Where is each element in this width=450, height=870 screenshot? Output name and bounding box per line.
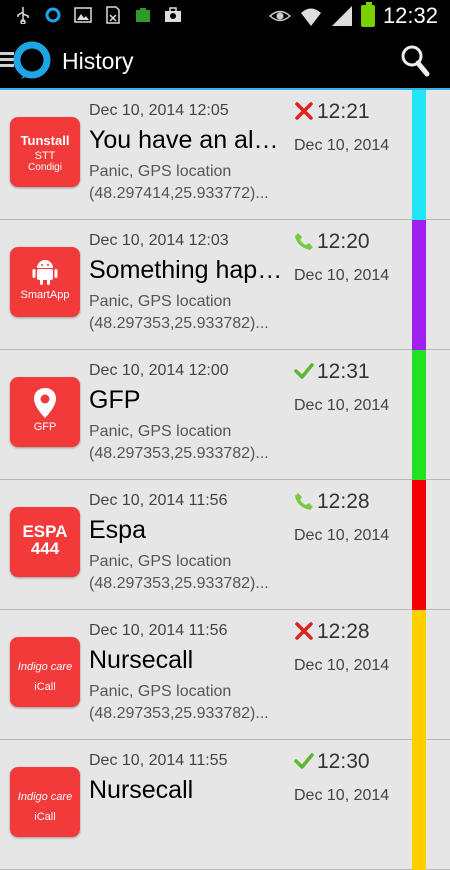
check-icon	[294, 753, 314, 769]
alarm-type: Panic, GPS location	[89, 293, 232, 310]
briefcase-icon	[165, 7, 181, 22]
response-date: Dec 10, 2014	[294, 267, 390, 284]
logo-text: SmartApp	[20, 289, 70, 301]
logo-text: STT	[34, 150, 56, 162]
status-color-bar	[412, 350, 426, 480]
status-clock: 12:32	[382, 3, 438, 28]
status-color-bar	[412, 90, 426, 220]
response-time: 12:20	[317, 230, 370, 253]
alarm-timestamp: Dec 10, 2014 12:00	[89, 362, 229, 379]
logo-text: Indigo care	[17, 661, 73, 673]
search-icon[interactable]	[400, 44, 430, 78]
espa-logo: ESPA 444	[10, 507, 80, 577]
response-time: 12:21	[317, 100, 370, 123]
alarm-location: (48.297414,25.933772)...	[89, 185, 269, 202]
file-icon	[106, 6, 120, 24]
logo-text: iCall	[34, 811, 56, 823]
notification-icons	[14, 6, 182, 24]
signal-icon	[331, 6, 352, 26]
tunstall-logo: Tunstall STT Condigi	[10, 117, 80, 187]
logo-text: Indigo care	[17, 791, 73, 803]
response-date: Dec 10, 2014	[294, 527, 390, 544]
response-date: Dec 10, 2014	[294, 397, 390, 414]
response-date: Dec 10, 2014	[294, 137, 390, 154]
alarm-title: You have an alarm	[89, 126, 289, 154]
response-time: 12:28	[317, 620, 370, 643]
alarm-title: GFP	[89, 386, 141, 414]
logo-text: iCall	[34, 681, 56, 693]
phone-icon	[295, 233, 313, 250]
gfp-logo: GFP	[10, 377, 80, 447]
logo-text: GFP	[33, 421, 57, 433]
history-item[interactable]: Indigo care iCall Dec 10, 2014 11:56 Nur…	[0, 610, 450, 740]
alarm-title: Nursecall	[89, 776, 194, 804]
alarm-location: (48.297353,25.933782)...	[89, 705, 269, 722]
action-bar: History	[0, 32, 450, 90]
response-time: 12:31	[317, 360, 370, 383]
alarm-title: Nursecall	[89, 646, 194, 674]
alarm-type: Panic, GPS location	[89, 423, 232, 440]
logo-text: Tunstall	[20, 133, 70, 148]
usb-icon	[17, 7, 29, 24]
app-logo-icon[interactable]	[12, 41, 52, 81]
alarm-timestamp: Dec 10, 2014 11:55	[89, 752, 228, 769]
page-title: History	[62, 48, 134, 74]
system-icons: 12:32	[268, 2, 438, 29]
alarm-timestamp: Dec 10, 2014 12:05	[89, 102, 229, 119]
response-date: Dec 10, 2014	[294, 657, 390, 674]
app-notification-icon	[45, 7, 61, 23]
history-item[interactable]: ESPA 444 Dec 10, 2014 11:56 Espa Panic, …	[0, 480, 450, 610]
status-color-bar	[412, 610, 426, 740]
wifi-icon	[300, 8, 321, 26]
logo-text: Condigi	[28, 162, 62, 173]
battery-icon	[360, 2, 375, 27]
status-color-bar	[412, 220, 426, 350]
alarm-title: Espa	[89, 516, 146, 544]
history-item[interactable]: Tunstall STT Condigi Dec 10, 2014 12:05 …	[0, 90, 450, 220]
response-time: 12:30	[317, 750, 370, 773]
alarm-type: Panic, GPS location	[89, 163, 232, 180]
history-list[interactable]: Tunstall STT Condigi Dec 10, 2014 12:05 …	[0, 90, 450, 870]
history-item[interactable]: SmartApp Dec 10, 2014 12:03 Something ha…	[0, 220, 450, 350]
alarm-type: Panic, GPS location	[89, 553, 232, 570]
alarm-location: (48.297353,25.933782)...	[89, 575, 269, 592]
response-date: Dec 10, 2014	[294, 787, 390, 804]
status-color-bar	[412, 740, 426, 870]
smartapp-logo: SmartApp	[10, 247, 80, 317]
indigo-care-logo: Indigo care iCall	[10, 637, 80, 707]
indigo-care-logo: Indigo care iCall	[10, 767, 80, 837]
alarm-timestamp: Dec 10, 2014 11:56	[89, 622, 228, 639]
alarm-location: (48.297353,25.933782)...	[89, 315, 269, 332]
history-item[interactable]: GFP Dec 10, 2014 12:00 GFP Panic, GPS lo…	[0, 350, 450, 480]
status-color-bar	[412, 480, 426, 610]
check-icon	[294, 363, 314, 379]
alarm-timestamp: Dec 10, 2014 11:56	[89, 492, 228, 509]
history-item[interactable]: Indigo care iCall Dec 10, 2014 11:55 Nur…	[0, 740, 450, 870]
location-pin-icon	[34, 388, 56, 418]
phone-icon	[295, 493, 313, 510]
logo-text: ESPA	[22, 522, 68, 541]
cross-icon	[295, 102, 313, 120]
alarm-location: (48.297353,25.933782)...	[89, 445, 269, 462]
status-bar: 12:32	[0, 0, 450, 32]
alarm-title: Something happened	[89, 256, 289, 284]
battery-app-icon	[136, 8, 150, 22]
eye-icon	[268, 10, 291, 22]
alarm-timestamp: Dec 10, 2014 12:03	[89, 232, 229, 249]
cross-icon	[295, 622, 313, 640]
image-icon	[74, 7, 92, 23]
logo-text: 444	[30, 539, 60, 558]
alarm-type: Panic, GPS location	[89, 683, 232, 700]
response-time: 12:28	[317, 490, 370, 513]
android-icon	[32, 260, 58, 285]
